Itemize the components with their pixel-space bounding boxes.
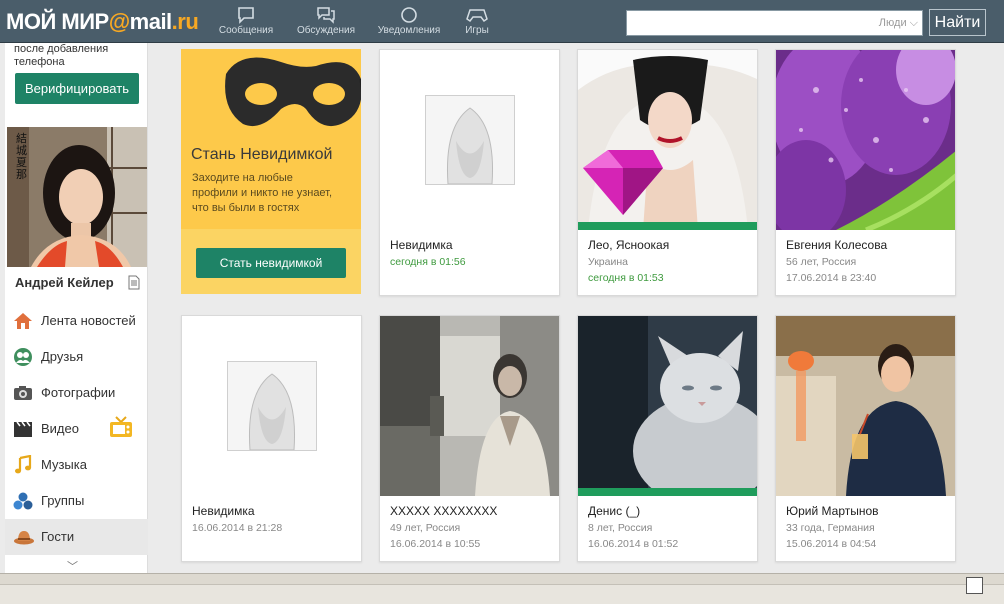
music-icon (13, 454, 33, 475)
groups-icon (13, 491, 33, 511)
guest-photo[interactable] (578, 316, 757, 496)
sidebar-item-video[interactable]: Видео (5, 411, 148, 447)
status-bar (0, 584, 1004, 604)
verify-button[interactable]: Верифицировать (15, 73, 139, 104)
guest-card[interactable]: Денис (_) 8 лет, Россия 16.06.2014 в 01:… (577, 315, 758, 562)
guest-visit-time: 17.06.2014 в 23:40 (786, 272, 877, 284)
become-invisible-button[interactable]: Стать невидимкой (196, 248, 346, 278)
nav-messages[interactable]: Сообщения (211, 6, 281, 36)
guest-visit-time: 16.06.2014 в 21:28 (192, 522, 283, 534)
sidebar-item-guests[interactable]: Гости (5, 519, 148, 555)
guest-photo[interactable] (380, 50, 559, 230)
video-icon (13, 419, 33, 439)
sidebar-item-groups[interactable]: Группы (5, 483, 148, 519)
sidebar-item-friends[interactable]: Друзья (5, 339, 148, 375)
guest-age-country: 8 лет, Россия (588, 522, 653, 534)
gamepad-icon (466, 9, 488, 23)
guest-card[interactable]: Юрий Мартынов 33 года, Германия 15.06.20… (775, 315, 956, 562)
silhouette-avatar-icon (227, 361, 317, 451)
document-icon[interactable] (128, 275, 140, 295)
nav-notifications[interactable]: Уведомления (374, 6, 444, 36)
avatar[interactable]: 結城夏那 (7, 127, 147, 267)
search-input[interactable]: Люди ⌵ (626, 10, 923, 36)
guests-icon (13, 527, 34, 547)
message-icon (238, 7, 254, 24)
guest-card[interactable]: Евгения Колесова 56 лет, Россия 17.06.20… (775, 49, 956, 296)
guest-card[interactable]: XXXXX XXXXXXXX 49 лет, Россия 16.06.2014… (379, 315, 560, 562)
avatar-overlay-text: 結城夏那 (16, 132, 27, 181)
silhouette-avatar-icon (425, 95, 515, 185)
guest-name[interactable]: XXXXX XXXXXXXX (390, 504, 497, 518)
sidebar-item-photos[interactable]: Фотографии (5, 375, 148, 411)
online-indicator (578, 488, 757, 496)
sidebar-item-news[interactable]: Лента новостей (5, 303, 148, 339)
home-icon (13, 311, 33, 331)
guest-photo[interactable] (182, 316, 361, 496)
guest-card[interactable]: Невидимка сегодня в 01:56 (379, 49, 560, 296)
guest-name[interactable]: Юрий Мартынов (786, 504, 879, 518)
guest-visit-time: 15.06.2014 в 04:54 (786, 538, 877, 550)
notifications-icon (401, 7, 417, 23)
guest-name[interactable]: Денис (_) (588, 504, 640, 518)
guest-photo[interactable] (578, 50, 757, 230)
search-scope-select[interactable]: Люди ⌵ (879, 17, 918, 30)
guest-visit-time: сегодня в 01:56 (390, 256, 466, 268)
guest-photo[interactable] (380, 316, 559, 496)
resize-grip-icon[interactable] (966, 577, 983, 594)
guest-name[interactable]: Евгения Колесова (786, 238, 887, 252)
site-logo[interactable]: МОЙ МИР@mail.ru (6, 9, 199, 35)
guest-name[interactable]: Невидимка (192, 504, 255, 518)
guest-name[interactable]: Невидимка (390, 238, 453, 252)
tv-icon[interactable] (109, 416, 133, 441)
nav-games[interactable]: Игры (442, 6, 512, 36)
online-indicator (578, 222, 757, 230)
chevron-down-icon: ⌵ (909, 17, 918, 29)
chevron-down-icon[interactable]: ﹀ (67, 558, 78, 574)
guest-age-country: 56 лет, Россия (786, 256, 857, 268)
sidebar-item-music[interactable]: Музыка (5, 447, 148, 483)
user-name[interactable]: Андрей Кейлер (15, 275, 114, 290)
search-button[interactable]: Найти (929, 9, 986, 36)
guest-photo[interactable] (776, 50, 955, 230)
top-header: МОЙ МИР@mail.ru Сообщения Обсуждения Уве… (0, 0, 1004, 43)
friends-icon (13, 347, 33, 367)
invisible-promo-card: Стань Невидимкой Заходите на любые профил… (181, 49, 361, 294)
guest-visit-time: сегодня в 01:53 (588, 272, 664, 284)
mask-icon (225, 57, 361, 127)
guest-card[interactable]: Невидимка 16.06.2014 в 21:28 (181, 315, 362, 562)
guest-location: Украина (588, 256, 628, 268)
guest-visit-time: 16.06.2014 в 10:55 (390, 538, 481, 550)
verify-hint: после добавления телефона (14, 43, 109, 68)
guest-card[interactable]: Лео, Ясноокая Украина сегодня в 01:53 (577, 49, 758, 296)
discussions-icon (317, 7, 335, 24)
guest-photo[interactable] (776, 316, 955, 496)
guest-age-country: 49 лет, Россия (390, 522, 461, 534)
guest-name[interactable]: Лео, Ясноокая (588, 238, 669, 252)
left-sidebar: после добавления телефона Верифицировать … (5, 43, 148, 573)
guest-age-country: 33 года, Германия (786, 522, 875, 534)
nav-discussions[interactable]: Обсуждения (291, 6, 361, 36)
guest-visit-time: 16.06.2014 в 01:52 (588, 538, 679, 550)
camera-icon (13, 383, 33, 403)
promo-title: Стань Невидимкой (191, 146, 333, 163)
promo-description: Заходите на любые профили и никто не узна… (192, 172, 333, 214)
